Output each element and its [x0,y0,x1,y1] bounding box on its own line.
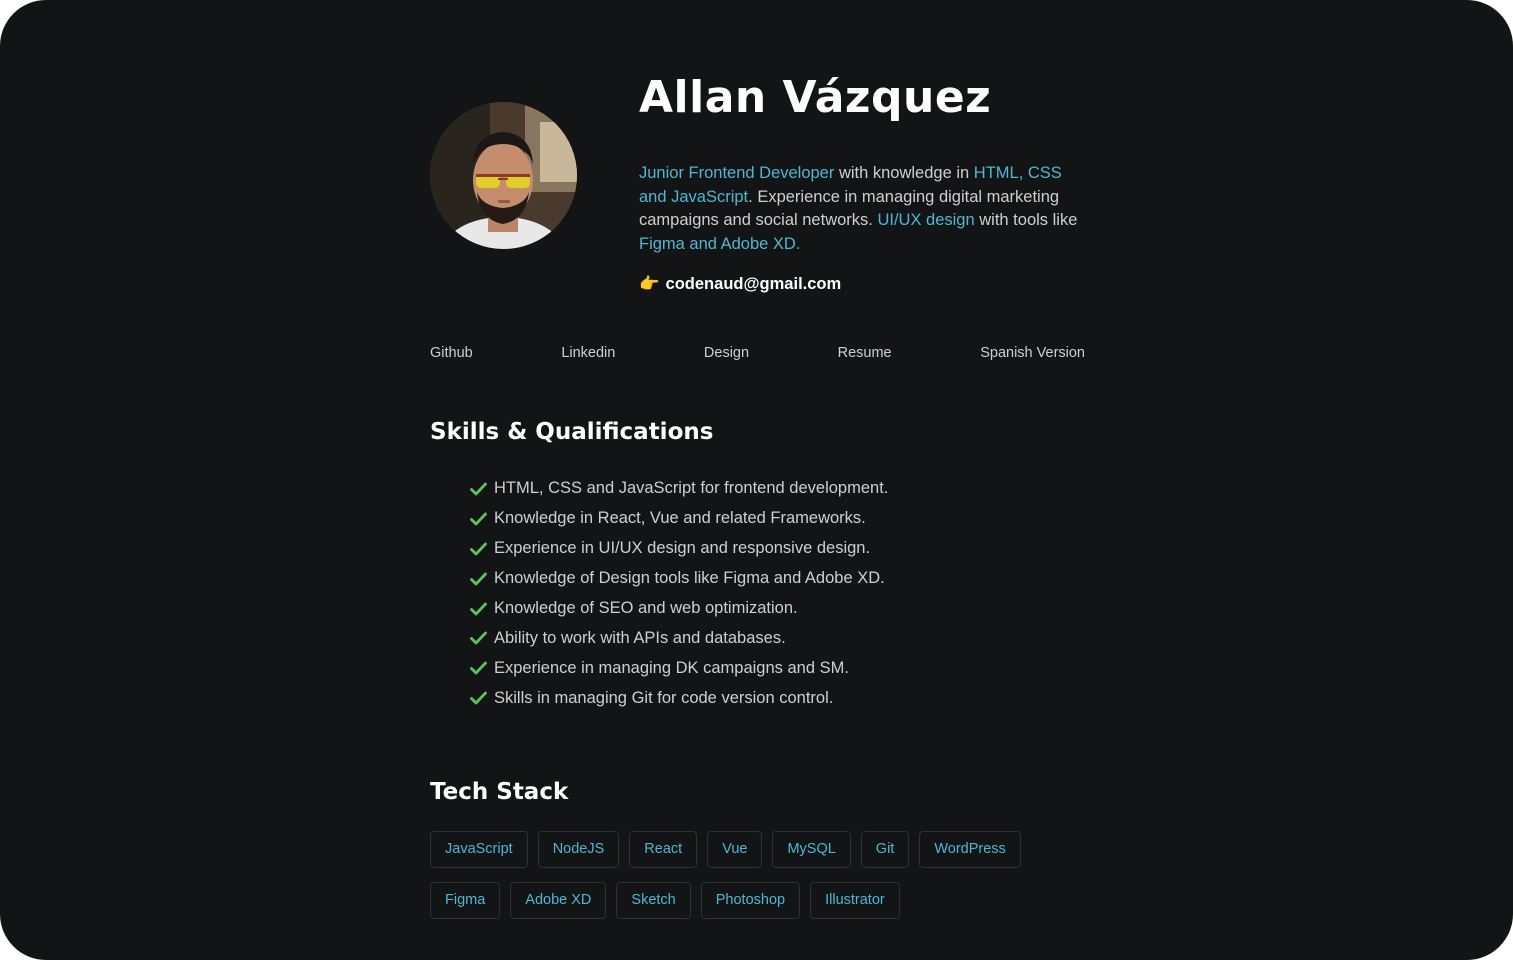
tech-tag-photoshop[interactable]: Photoshop [700,882,801,919]
email-contact[interactable]: 👉 codenaud@gmail.com [639,275,841,294]
check-icon [470,661,487,675]
tech-tag-git[interactable]: Git [860,831,910,868]
skill-item: Experience in UI/UX design and responsiv… [470,534,888,564]
tech-stack-row: Figma Adobe XD Sketch Photoshop Illustrator [430,882,1090,919]
skill-item: Experience in managing DK campaigns and … [470,653,888,683]
pointing-hand-icon: 👉 [639,275,660,293]
tech-tag-nodejs[interactable]: NodeJS [537,831,620,868]
bio-tools: Figma and Adobe XD. [639,234,801,253]
skill-text: Skills in managing Git for code version … [494,688,834,707]
skills-list: HTML, CSS and JavaScript for frontend de… [470,474,888,713]
bio-text: with tools like [974,211,1078,229]
skill-text: Experience in UI/UX design and responsiv… [494,539,871,558]
avatar-photo [430,102,577,249]
nav-link-spanish-version[interactable]: Spanish Version [980,345,1085,361]
tech-tag-react[interactable]: React [629,831,698,868]
skill-item: Knowledge of Design tools like Figma and… [470,564,888,594]
check-icon [470,631,487,645]
skill-item: Ability to work with APIs and databases. [470,623,888,653]
tech-stack-row: JavaScript NodeJS React Vue MySQL Git WordPres… [430,831,1090,868]
check-icon [470,512,487,526]
check-icon [470,691,487,705]
check-icon [470,542,487,556]
bio-role: Junior Frontend Developer [639,164,835,182]
skill-text: Knowledge in React, Vue and related Fram… [494,509,866,528]
bio-text: with knowledge in [834,164,974,182]
skill-item: Knowledge of SEO and web optimization. [470,594,888,624]
skill-text: Knowledge of Design tools like Figma and… [494,569,885,588]
check-icon [470,602,487,615]
tech-stack-heading: Tech Stack [430,779,569,805]
skill-text: HTML, CSS and JavaScript for frontend de… [494,479,889,498]
skill-text: Ability to work with APIs and databases. [494,628,786,647]
social-nav: Github Linkedin Design Resume Spanish Ve… [430,345,1085,361]
tech-tag-figma[interactable]: Figma [430,882,501,919]
profile-bio: Junior Frontend Developer with knowledge… [639,162,1089,256]
bio-ux: UI/UX design [877,211,975,229]
check-icon [470,482,487,496]
skill-item: HTML, CSS and JavaScript for frontend de… [470,474,888,504]
profile-name: Allan Vázquez [639,72,992,123]
skill-text: Knowledge of SEO and web optimization. [494,599,798,617]
tech-tag-illustrator[interactable]: Illustrator [810,882,900,919]
check-icon [470,572,487,586]
skills-heading: Skills & Qualifications [430,419,714,445]
avatar [430,102,577,249]
nav-link-github[interactable]: Github [430,345,473,361]
tech-tag-mysql[interactable]: MySQL [772,831,851,868]
skill-item: Skills in managing Git for code version … [470,683,888,713]
tech-tag-adobe-xd[interactable]: Adobe XD [510,882,607,919]
tech-tag-sketch[interactable]: Sketch [616,882,691,919]
email-address[interactable]: codenaud@gmail.com [666,275,842,293]
nav-link-linkedin[interactable]: Linkedin [561,345,615,361]
tech-tag-vue[interactable]: Vue [707,831,763,868]
skill-item: Knowledge in React, Vue and related Fram… [470,504,888,534]
nav-link-resume[interactable]: Resume [838,345,892,361]
tech-tag-javascript[interactable]: JavaScript [430,831,528,868]
skill-text: Experience in managing DK campaigns and … [494,658,849,677]
nav-link-design[interactable]: Design [704,345,749,361]
tech-tag-wordpress[interactable]: WordPress [919,831,1021,868]
app-window: Allan Vázquez Junior Frontend Developer … [0,0,1513,960]
